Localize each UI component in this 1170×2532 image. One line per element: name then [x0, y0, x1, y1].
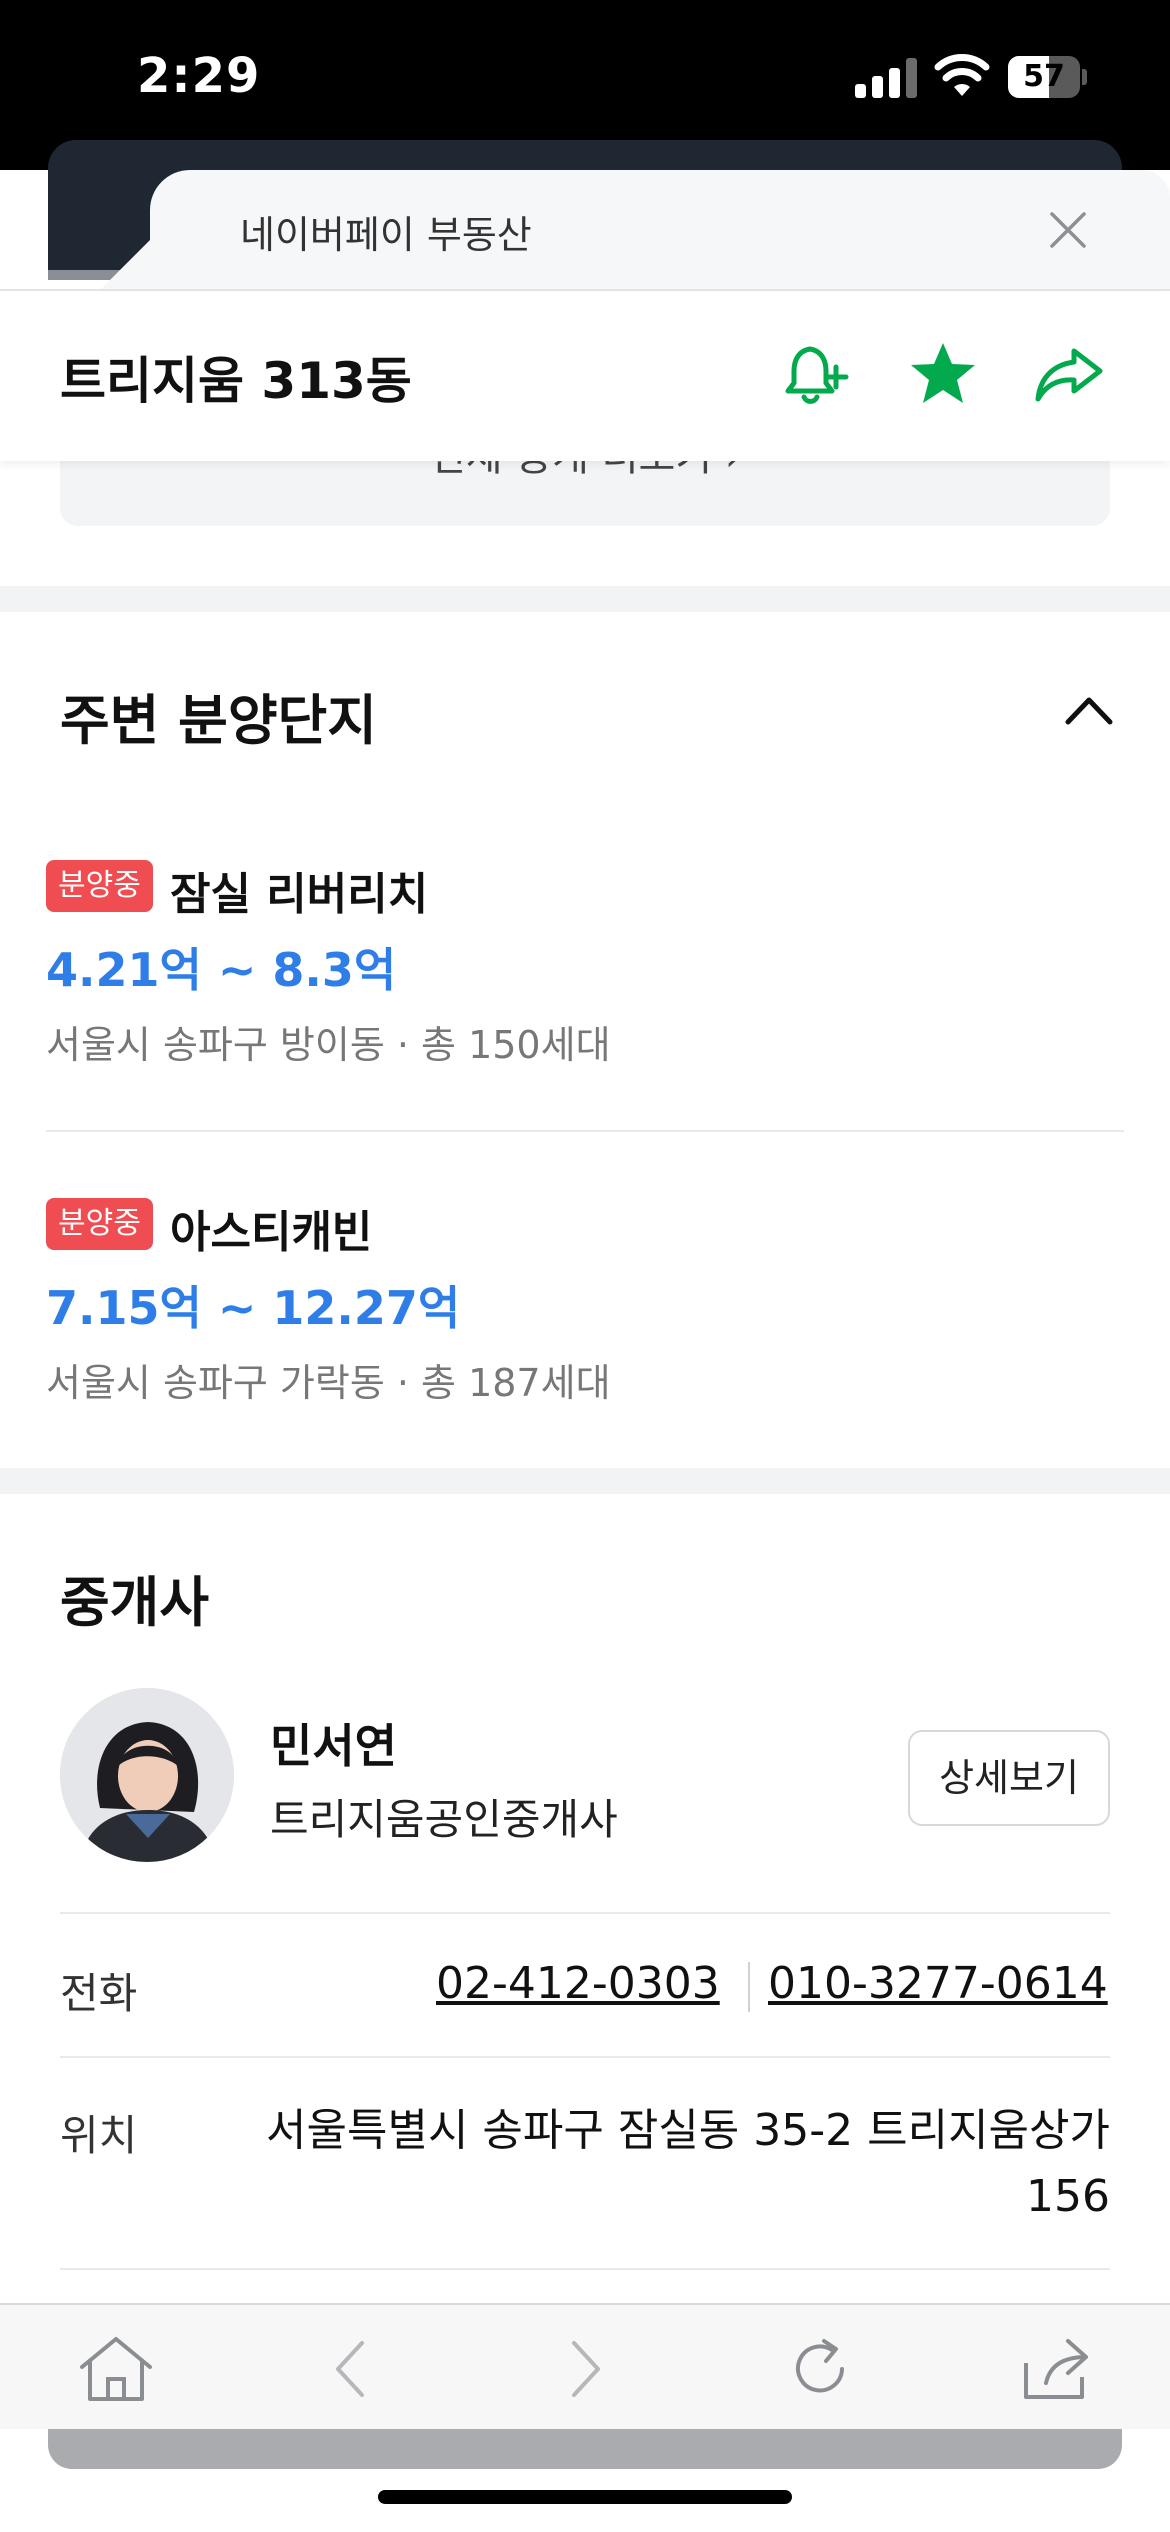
- page-header: 트리지움 313동: [0, 291, 1170, 461]
- avatar-portrait: [60, 1688, 234, 1862]
- signal-icon: [855, 58, 917, 98]
- complex-meta: 서울시 송파구 방이동 · 총 150세대: [46, 1023, 611, 1067]
- section-divider: [0, 1468, 1170, 1494]
- chevron-up-icon[interactable]: [1062, 690, 1116, 730]
- home-icon[interactable]: [76, 2333, 156, 2405]
- complex-name: 아스티캐빈: [170, 1207, 373, 1258]
- agent-name: 민서연: [270, 1719, 397, 1773]
- list-item[interactable]: 분양중 잠실 리버리치 4.21억 ~ 8.3억 서울시 송파구 방이동 · 총…: [46, 860, 1124, 1160]
- complex-name: 잠실 리버리치: [170, 869, 429, 920]
- battery-level: 57: [1023, 59, 1065, 94]
- battery-icon: 57: [1008, 56, 1087, 98]
- wifi-icon: [934, 54, 990, 96]
- complex-price: 7.15억 ~ 12.27억: [46, 1281, 461, 1335]
- phone-separator: [748, 1962, 750, 2012]
- detail-button[interactable]: 상세보기: [908, 1730, 1110, 1826]
- phone-label: 전화: [60, 1969, 138, 2018]
- row-divider: [60, 1912, 1110, 1914]
- agent-section-title: 중개사: [60, 1571, 210, 1634]
- status-badge: 분양중: [46, 860, 153, 912]
- list-item[interactable]: 분양중 아스티캐빈 7.15억 ~ 12.27억 서울시 송파구 가락동 · 총…: [46, 1198, 1124, 1498]
- row-divider: [60, 2056, 1110, 2058]
- close-icon[interactable]: [1046, 208, 1090, 252]
- agent-office: 트리지움공인중개사: [270, 1795, 618, 1844]
- row-divider: [60, 2268, 1110, 2270]
- forward-icon[interactable]: [546, 2333, 626, 2405]
- section-divider: [0, 586, 1170, 612]
- page-title: 트리지움 313동: [60, 352, 412, 410]
- browser-toolbar: [0, 2303, 1170, 2429]
- location-label: 위치: [60, 2111, 138, 2160]
- status-badge: 분양중: [46, 1198, 153, 1250]
- star-icon[interactable]: [906, 337, 980, 411]
- status-time: 2:29: [137, 48, 261, 104]
- agent-address: 서울특별시 송파구 잠실동 35-2 트리지움상가 156: [266, 2105, 1110, 2222]
- nearby-section-title: 주변 분양단지: [60, 689, 377, 752]
- bell-plus-icon[interactable]: [780, 337, 854, 411]
- home-indicator: [378, 2490, 792, 2504]
- share-icon[interactable]: [1032, 337, 1106, 411]
- avatar: [60, 1688, 234, 1862]
- reload-icon[interactable]: [780, 2333, 860, 2405]
- phone-link-mobile[interactable]: 010-3277-0614: [768, 1958, 1108, 2009]
- share-icon[interactable]: [1016, 2333, 1096, 2405]
- row-divider: [46, 1130, 1124, 1132]
- complex-price: 4.21억 ~ 8.3억: [46, 943, 397, 997]
- phone-link-office[interactable]: 02-412-0303: [436, 1958, 720, 2009]
- toolbar-underlay: [48, 2429, 1122, 2469]
- back-icon[interactable]: [310, 2333, 390, 2405]
- complex-meta: 서울시 송파구 가락동 · 총 187세대: [46, 1361, 611, 1405]
- sheet-title: 네이버페이 부동산: [240, 213, 532, 257]
